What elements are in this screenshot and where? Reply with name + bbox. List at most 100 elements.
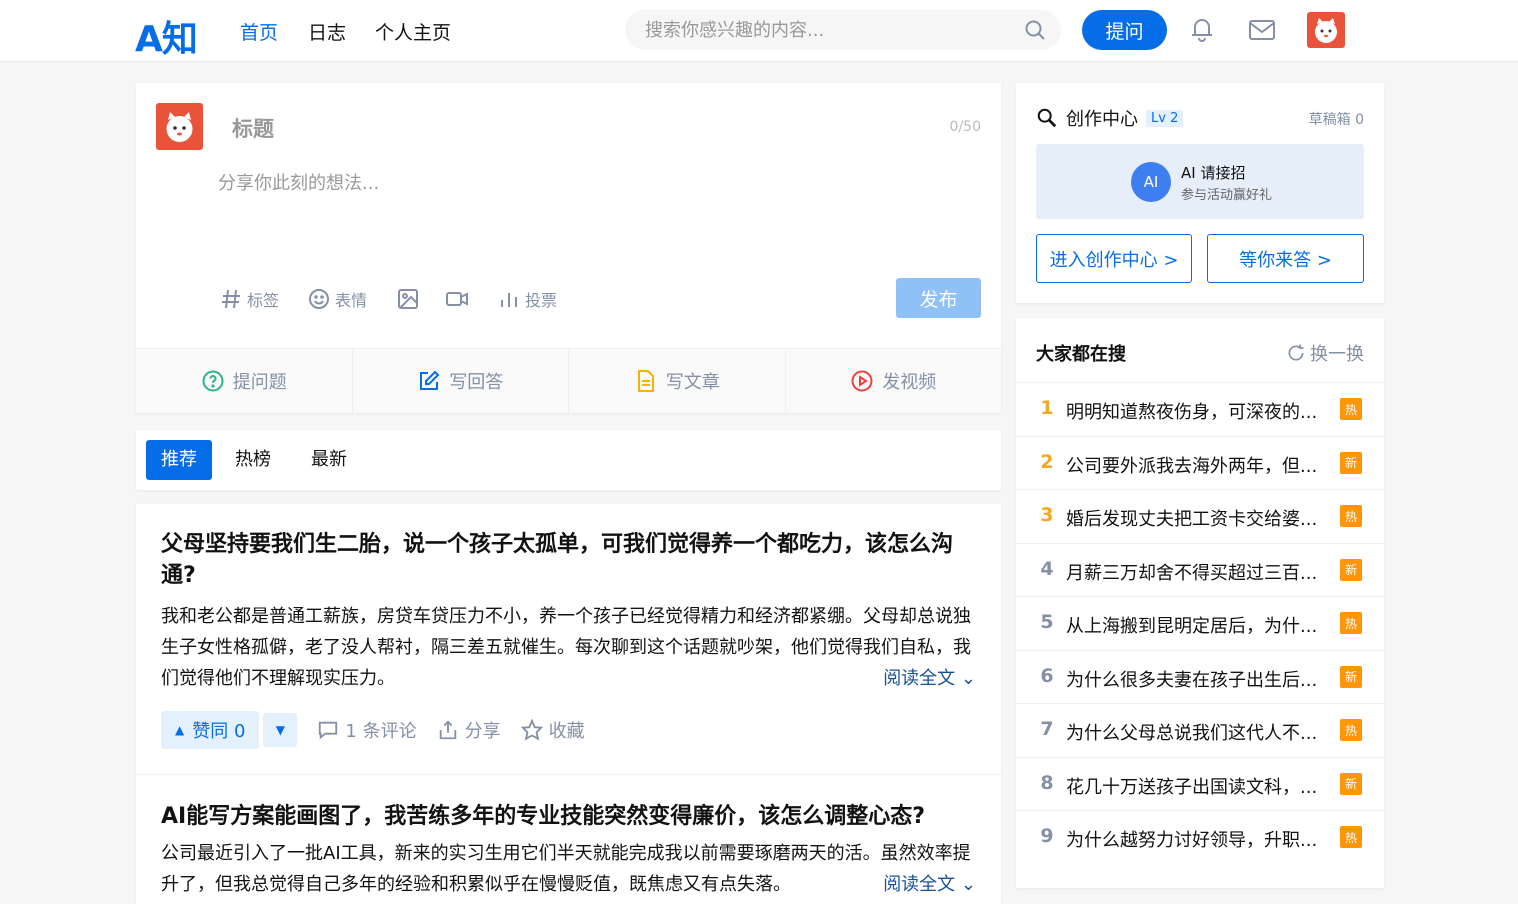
hot-rank: 8 (1040, 771, 1054, 794)
comments-button[interactable]: 1 条评论 (317, 717, 417, 743)
publish-button[interactable]: 发布 (896, 278, 981, 318)
hot-rank: 9 (1040, 825, 1054, 847)
hot-search-text: 婚后发现丈夫把工资卡交给婆... (1066, 509, 1318, 530)
hot-search-item[interactable]: 3 婚后发现丈夫把工资卡交给婆... 热 (1016, 489, 1384, 542)
question-icon (202, 370, 224, 392)
document-icon (637, 370, 654, 392)
ai-badge: AI (1131, 162, 1171, 202)
hot-search-item[interactable]: 9 为什么越努力讨好领导，升职... 热 (1016, 810, 1384, 863)
ai-promo-subtitle: 参与活动赢好礼 (1181, 188, 1273, 203)
ai-promo-banner[interactable]: AI AI 请接招 参与活动赢好礼 (1036, 144, 1364, 219)
question-title[interactable]: 父母坚持要我们生二胎，说一个孩子太孤单，可我们觉得养一个都吃力，该怎么沟通? (161, 529, 976, 591)
answer-excerpt[interactable]: 公司最近引入了一批AI工具，新来的实习生用它们半天就能完成我以前需要琢磨两天的活… (161, 838, 976, 900)
poll-label: 投票 (525, 291, 558, 310)
hot-search-text: 为什么越努力讨好领导，升职... (1066, 830, 1318, 851)
ai-promo-title: AI 请接招 (1181, 164, 1246, 182)
share-label: 分享 (464, 721, 501, 742)
ask-question-action[interactable]: 提问题 (136, 349, 353, 413)
creator-title: 创作中心 (1066, 109, 1138, 130)
waiting-answers-button[interactable]: 等你来答 > (1207, 234, 1364, 283)
read-more-link[interactable]: 阅读全文 ⌄ (877, 869, 976, 900)
hot-badge: 热 (1340, 826, 1362, 848)
mail-icon[interactable] (1247, 16, 1277, 44)
image-icon (398, 289, 418, 309)
refresh-button[interactable]: 换一换 (1286, 340, 1364, 366)
ask-button[interactable]: 提问 (1082, 10, 1167, 50)
read-more-label: 阅读全文 (883, 874, 956, 895)
hot-badge: 热 (1340, 398, 1362, 420)
excerpt-text: 公司最近引入了一批AI工具，新来的实习生用它们半天就能完成我以前需要琢磨两天的活… (161, 843, 971, 895)
hot-badge: 新 (1340, 665, 1362, 688)
title-counter: 0/50 (949, 119, 981, 135)
edit-icon (420, 370, 440, 390)
hot-badge: 热 (1340, 612, 1362, 634)
level-badge: Lv 2 (1146, 109, 1184, 127)
logo[interactable]: A知 (135, 10, 198, 62)
star-icon (520, 719, 543, 741)
chevron-down-icon: ▼ (275, 723, 286, 737)
excerpt-text: 我和老公都是普通工薪族，房贷车贷压力不小，养一个孩子已经觉得精力和经济都紧绷。父… (161, 606, 971, 689)
enter-creator-center-button[interactable]: 进入创作中心 > (1036, 234, 1192, 283)
tab-recommend[interactable]: 推荐 (146, 440, 212, 480)
top-bar: A知 首页 日志 个人主页 提问 (0, 0, 1518, 62)
write-answer-action[interactable]: 写回答 (353, 349, 569, 413)
hot-badge: 热 (1340, 505, 1362, 527)
hot-search-text: 明明知道熬夜伤身，可深夜的... (1066, 402, 1318, 423)
read-more-link[interactable]: 阅读全文 ⌄ (877, 663, 976, 694)
hot-badge: 新 (1340, 451, 1362, 474)
poll-tool[interactable]: 投票 (497, 287, 557, 311)
downvote-button[interactable]: ▼ (263, 713, 298, 747)
read-more-label: 阅读全文 (883, 668, 956, 689)
chevron-up-icon: ▲ (175, 723, 185, 737)
hot-rank: 6 (1040, 664, 1054, 687)
hot-rank: 4 (1040, 557, 1054, 580)
hot-search-text: 为什么很多夫妻在孩子出生后... (1066, 669, 1318, 691)
drafts-link[interactable]: 草稿箱 0 (1309, 109, 1364, 129)
answer-excerpt[interactable]: 我和老公都是普通工薪族，房贷车贷压力不小，养一个孩子已经觉得精力和经济都紧绷。父… (161, 601, 976, 694)
hot-search-item[interactable]: 1 明明知道熬夜伤身，可深夜的... 热 (1016, 382, 1384, 435)
question-title[interactable]: AI能写方案能画图了，我苦练多年的专业技能突然变得廉价，该怎么调整心态? (161, 801, 976, 832)
post-video-action[interactable]: 发视频 (786, 349, 1002, 413)
feed-item: AI能写方案能画图了，我苦练多年的专业技能突然变得廉价，该怎么调整心态? 公司最… (136, 801, 1001, 900)
favorite-button[interactable]: 收藏 (520, 717, 585, 743)
title-input[interactable]: 标题 (232, 113, 274, 143)
emoji-tool[interactable]: 表情 (307, 287, 367, 311)
creator-header: 创作中心 Lv 2 (1036, 105, 1184, 131)
action-bar: ▲ 赞同 0 ▼ 1 条评论 分享 收藏 (161, 711, 585, 749)
avatar[interactable] (1307, 12, 1345, 48)
feed-list: 父母坚持要我们生二胎，说一个孩子太孤单，可我们觉得养一个都吃力，该怎么沟通? 我… (136, 504, 1001, 904)
write-article-label: 写文章 (665, 372, 720, 393)
hot-badge: 新 (1340, 772, 1362, 795)
hot-search-item[interactable]: 5 从上海搬到昆明定居后，为什... 热 (1016, 596, 1384, 649)
search-icon[interactable] (1023, 18, 1047, 42)
nav-journal[interactable]: 日志 (308, 18, 346, 45)
hot-search-item[interactable]: 2 公司要外派我去海外两年，但... 新 (1016, 435, 1384, 489)
nav-profile[interactable]: 个人主页 (375, 18, 451, 45)
divider (136, 774, 1001, 775)
video-icon (446, 292, 468, 306)
hot-rank: 2 (1040, 450, 1054, 473)
image-tool[interactable] (396, 287, 420, 311)
tab-hot[interactable]: 热榜 (220, 440, 286, 480)
composer-actions: 提问题 写回答 写文章 发视频 (136, 348, 1001, 413)
upvote-label: 赞同 0 (192, 721, 246, 742)
hot-search-item[interactable]: 8 花几十万送孩子出国读文科，... 新 (1016, 756, 1384, 810)
nav-home[interactable]: 首页 (240, 18, 278, 45)
search-input[interactable] (645, 18, 1015, 42)
hot-search-item[interactable]: 4 月薪三万却舍不得买超过三百... 新 (1016, 542, 1384, 596)
upvote-button[interactable]: ▲ 赞同 0 (161, 711, 260, 749)
hot-search-item[interactable]: 6 为什么很多夫妻在孩子出生后... 新 (1016, 649, 1384, 703)
tag-tool[interactable]: 标签 (219, 287, 279, 311)
write-article-action[interactable]: 写文章 (569, 349, 786, 413)
hot-search-item[interactable]: 7 为什么父母总说我们这代人不... 热 (1016, 703, 1384, 756)
bell-icon[interactable] (1187, 14, 1217, 44)
hash-icon (222, 289, 240, 309)
video-tool[interactable] (445, 287, 469, 311)
feed-tabs: 推荐 热榜 最新 (136, 430, 1001, 490)
hot-search-title: 大家都在搜 (1036, 344, 1126, 365)
tab-latest[interactable]: 最新 (296, 440, 362, 480)
body-input[interactable]: 分享你此刻的想法... (218, 169, 379, 195)
share-button[interactable]: 分享 (437, 717, 501, 743)
hot-badge: 热 (1340, 719, 1362, 741)
search-box (625, 10, 1061, 50)
